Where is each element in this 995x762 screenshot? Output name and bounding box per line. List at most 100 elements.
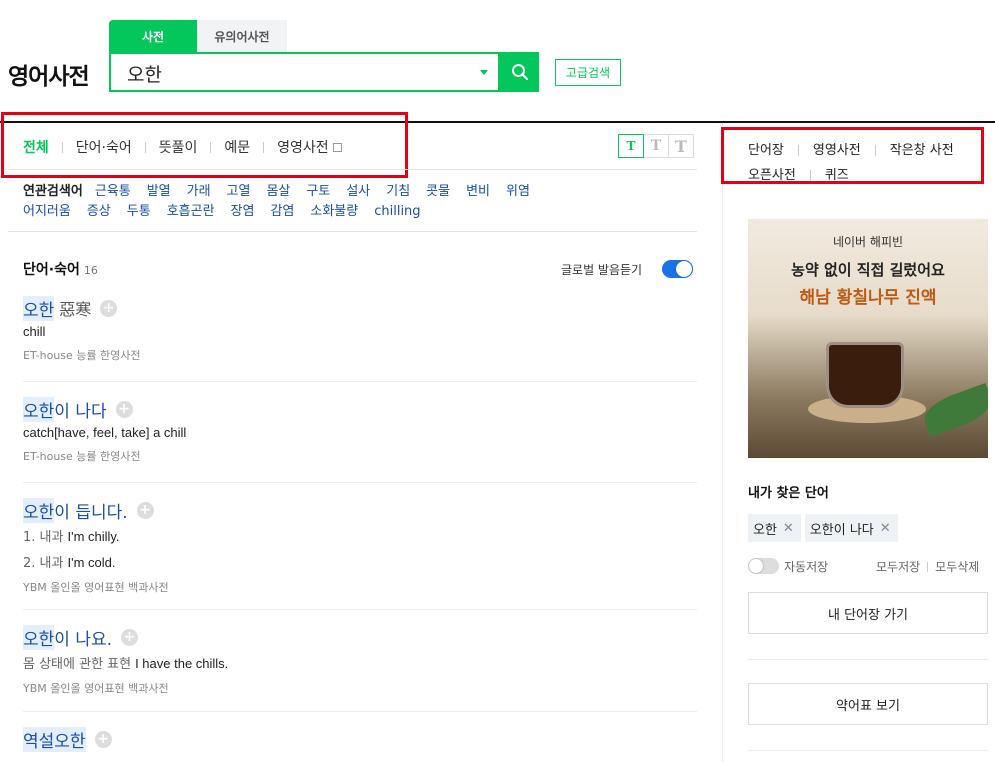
related-search-item[interactable]: 콧물	[426, 184, 450, 199]
add-to-wordbook-icon[interactable]: +	[115, 400, 133, 418]
add-to-wordbook-icon[interactable]: +	[136, 501, 154, 519]
headword-highlight[interactable]: 오한	[23, 624, 55, 650]
related-search-item[interactable]: 구토	[306, 184, 330, 199]
ad-product: 해남 황칠나무 진액	[799, 288, 937, 308]
abbreviation-table-button[interactable]: 약어표 보기	[748, 683, 988, 725]
divider	[927, 561, 929, 572]
meaning-en: I have the chills.	[135, 656, 229, 671]
related-search-item[interactable]: 고열	[227, 184, 251, 199]
global-pronunciation-toggle[interactable]	[662, 260, 693, 278]
related-search-item[interactable]: 몸살	[266, 184, 290, 199]
entry-headword[interactable]: 오한 이 나다 +	[23, 396, 697, 422]
add-to-wordbook-icon[interactable]: +	[94, 730, 112, 748]
recent-word-label[interactable]: 오한이 나다	[810, 519, 874, 538]
entry-headword[interactable]: 역설오한 +	[23, 726, 697, 752]
meaning-en: catch[have, feel, take] a chill	[23, 425, 187, 440]
entry: 오한 惡寒 + chill ET-house 능률 한영사전	[23, 295, 697, 363]
divider	[23, 381, 697, 382]
tab-synonym-dictionary[interactable]: 유의어사전	[197, 20, 287, 52]
section-title: 단어·숙어 16	[23, 259, 98, 279]
autocomplete-toggle-icon[interactable]	[480, 70, 488, 75]
related-search-item[interactable]: 가래	[187, 184, 211, 199]
related-search-item[interactable]: 증상	[87, 204, 111, 219]
entry-source[interactable]: YBM 올인올 영어표현 백과사전	[23, 680, 697, 696]
meaning-en: I'm chilly.	[67, 529, 120, 544]
add-to-wordbook-icon[interactable]: +	[121, 628, 139, 646]
related-search-item[interactable]: 위염	[506, 184, 530, 199]
search-icon	[511, 64, 528, 80]
headword-highlight[interactable]: 오한	[23, 295, 55, 321]
entry-source[interactable]: ET-house 능률 한영사전	[23, 347, 697, 363]
entry-headword[interactable]: 오한 이 나요. +	[23, 624, 697, 650]
ad-sponsor: 네이버 해피빈	[832, 235, 904, 249]
meaning-ko: 2. 내과	[23, 556, 64, 571]
font-size-small-button[interactable]: T	[618, 134, 644, 158]
entry-meaning: catch[have, feel, take] a chill	[23, 425, 697, 440]
related-search-item[interactable]: 두통	[127, 204, 151, 219]
related-search-item[interactable]: 기침	[386, 184, 410, 199]
related-searches: 연관검색어 근육통 발열 가래 고열 몸살 구토 설사 기침 콧물 변비 위염 어지러움 증상 두통 호흡곤란…	[23, 182, 663, 222]
recent-word-chip[interactable]: 오한이 나다 ✕	[804, 514, 898, 542]
related-search-item[interactable]: 발열	[147, 184, 171, 199]
related-search-item[interactable]: 감염	[270, 204, 294, 219]
related-search-item[interactable]: 어지러움	[23, 204, 71, 219]
related-search-item[interactable]: chilling	[374, 204, 420, 219]
tab-dictionary[interactable]: 사전	[109, 20, 197, 52]
remove-icon[interactable]: ✕	[880, 521, 891, 536]
entry-headword[interactable]: 오한 惡寒 +	[23, 295, 697, 321]
font-size-medium-button[interactable]: T	[643, 134, 669, 158]
advertisement-banner[interactable]: 네이버 해피빈 농약 없이 직접 길렀어요 해남 황칠나무 진액	[748, 219, 988, 458]
advanced-search-button[interactable]: 고급검색	[555, 59, 621, 86]
ad-headline: 농약 없이 직접 길렀어요	[791, 261, 945, 279]
result-count: 16	[83, 264, 98, 277]
save-actions: 모두저장 모두삭제	[876, 558, 979, 575]
search-input[interactable]: 오한	[109, 52, 500, 92]
headword-highlight[interactable]: 오한	[23, 396, 55, 422]
divider	[748, 659, 988, 660]
headword-highlight[interactable]: 역설오한	[23, 726, 86, 752]
recent-words-title: 내가 찾은 단어	[748, 486, 829, 501]
headword-highlight[interactable]: 오한	[23, 497, 55, 523]
entry-headword[interactable]: 오한 이 듭니다. +	[23, 497, 697, 523]
related-search-item[interactable]: 호흡곤란	[167, 204, 215, 219]
headword-rest[interactable]: 이 나다	[54, 397, 106, 422]
add-to-wordbook-icon[interactable]: +	[100, 299, 118, 317]
headword-rest[interactable]: 이 나요.	[54, 625, 112, 650]
meaning-ko: 1. 내과	[23, 530, 64, 545]
recent-word-label[interactable]: 오한	[753, 519, 777, 538]
entry-source[interactable]: ET-house 능률 한영사전	[23, 448, 697, 464]
related-search-item[interactable]: 소화불량	[310, 204, 358, 219]
highlight-box-links	[721, 127, 984, 184]
delete-all-link[interactable]: 모두삭제	[935, 558, 979, 575]
search-button[interactable]	[500, 52, 539, 92]
divider	[23, 609, 697, 610]
ad-leaf-image	[919, 382, 988, 438]
meaning-ko: 몸 상태에 관한 표현	[23, 657, 132, 672]
go-to-wordbook-button[interactable]: 내 단어장 가기	[748, 592, 988, 634]
entry-source[interactable]: YBM 올인올 영어표현 백과사전	[23, 579, 697, 595]
auto-save-label: 자동저장	[784, 560, 829, 574]
related-search-item[interactable]: 설사	[346, 184, 370, 199]
divider	[8, 169, 697, 170]
related-search-item[interactable]: 근육통	[95, 184, 131, 199]
headword-rest[interactable]: 이 듭니다.	[54, 498, 127, 523]
font-size-large-button[interactable]: T	[668, 134, 694, 158]
recent-word-chip[interactable]: 오한 ✕	[748, 514, 801, 542]
recent-words-list: 오한 ✕ 오한이 나다 ✕	[748, 514, 902, 542]
ad-tea-cup-image	[826, 342, 904, 408]
related-search-item[interactable]: 장염	[231, 204, 255, 219]
search-mode-tabs: 사전 유의어사전	[109, 20, 287, 52]
logo[interactable]: 영어사전	[8, 57, 90, 91]
entry-meaning: chill	[23, 324, 697, 339]
meaning-en: chill	[23, 324, 46, 339]
auto-save-toggle[interactable]	[748, 558, 779, 574]
related-search-item[interactable]: 변비	[466, 184, 490, 199]
entry: 오한 이 나다 + catch[have, feel, take] a chill …	[23, 396, 697, 464]
divider	[23, 482, 697, 483]
remove-icon[interactable]: ✕	[783, 521, 794, 536]
headword-hanja: 惡寒	[59, 300, 92, 319]
font-size-buttons: T T T	[618, 134, 694, 158]
save-all-link[interactable]: 모두저장	[876, 558, 920, 575]
entry: 오한 이 듭니다. + 1. 내과 I'm chilly. 2. 내과 I'm cold…	[23, 497, 697, 595]
search-input-value[interactable]: 오한	[127, 60, 162, 87]
